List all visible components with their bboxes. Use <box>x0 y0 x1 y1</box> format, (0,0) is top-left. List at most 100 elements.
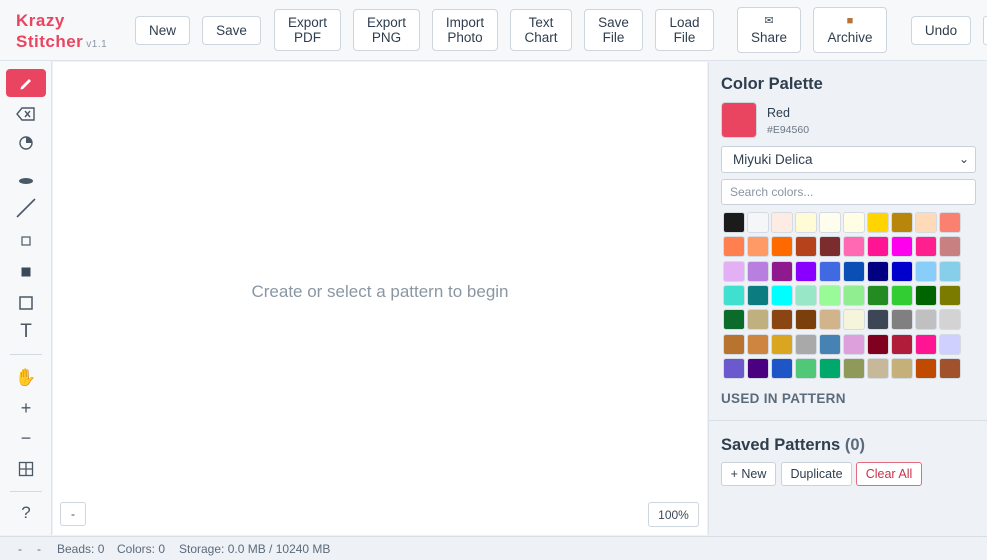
color-swatch[interactable] <box>747 333 769 355</box>
color-swatch[interactable] <box>771 236 793 258</box>
color-swatch[interactable] <box>891 212 913 233</box>
color-swatch[interactable] <box>843 284 865 306</box>
color-swatch[interactable] <box>819 357 841 379</box>
undo-button[interactable]: Undo <box>911 16 971 45</box>
clear-all-button[interactable]: Clear All <box>856 462 922 486</box>
color-swatch[interactable] <box>795 260 817 282</box>
color-swatch[interactable] <box>771 212 793 233</box>
help-tool[interactable]: ? <box>6 499 46 527</box>
pencil-tool[interactable] <box>6 69 46 97</box>
filled-square-tool[interactable] <box>6 258 46 286</box>
color-swatch[interactable] <box>843 309 865 331</box>
color-swatch[interactable] <box>915 236 937 258</box>
color-swatch[interactable] <box>939 357 961 379</box>
color-swatch[interactable] <box>819 260 841 282</box>
color-swatch[interactable] <box>891 357 913 379</box>
color-swatch[interactable] <box>723 236 745 258</box>
color-swatch[interactable] <box>819 212 841 233</box>
color-swatch[interactable] <box>747 260 769 282</box>
color-swatch[interactable] <box>723 284 745 306</box>
save-file-button[interactable]: Save File <box>584 9 643 51</box>
color-swatch[interactable] <box>915 333 937 355</box>
color-swatch[interactable] <box>723 357 745 379</box>
fill-tool[interactable] <box>6 129 46 157</box>
color-swatch[interactable] <box>891 284 913 306</box>
export-png-button[interactable]: Export PNG <box>353 9 420 51</box>
zoom-out-tool[interactable]: − <box>6 424 46 452</box>
color-search-input[interactable]: Search colors... <box>721 179 976 205</box>
export-pdf-button[interactable]: Export PDF <box>274 9 341 51</box>
color-swatch[interactable] <box>795 309 817 331</box>
color-swatch[interactable] <box>915 284 937 306</box>
small-square-tool[interactable] <box>6 227 46 255</box>
color-swatch[interactable] <box>723 309 745 331</box>
save-button[interactable]: Save <box>202 16 261 45</box>
color-swatch[interactable] <box>747 284 769 306</box>
line-tool[interactable] <box>6 194 46 222</box>
color-swatch[interactable] <box>795 212 817 233</box>
pan-tool[interactable]: ✋ <box>6 364 46 392</box>
zoom-level-indicator[interactable]: 100% <box>648 502 699 527</box>
collapse-button[interactable]: - <box>60 502 86 526</box>
color-swatch[interactable] <box>891 333 913 355</box>
color-swatch[interactable] <box>891 309 913 331</box>
bead-brand-select[interactable]: Miyuki Delica ⌄ <box>721 146 976 173</box>
color-swatch[interactable] <box>843 357 865 379</box>
color-swatch[interactable] <box>867 260 889 282</box>
color-swatch[interactable] <box>843 236 865 258</box>
color-swatch[interactable] <box>771 284 793 306</box>
share-button[interactable]: ✉ Share <box>737 7 801 53</box>
color-swatch[interactable] <box>843 212 865 233</box>
color-swatch[interactable] <box>723 333 745 355</box>
color-swatch[interactable] <box>867 309 889 331</box>
color-swatch[interactable] <box>939 309 961 331</box>
color-swatch[interactable] <box>867 284 889 306</box>
color-swatch[interactable] <box>915 357 937 379</box>
color-swatch[interactable] <box>915 212 937 233</box>
bead-tool[interactable] <box>6 167 46 195</box>
text-chart-button[interactable]: Text Chart <box>510 9 572 51</box>
grid-toggle[interactable] <box>6 455 46 483</box>
color-swatch[interactable] <box>915 260 937 282</box>
import-photo-button[interactable]: Import Photo <box>432 9 498 51</box>
color-swatch[interactable] <box>819 284 841 306</box>
color-swatch[interactable] <box>795 333 817 355</box>
color-swatch[interactable] <box>795 236 817 258</box>
color-swatch[interactable] <box>867 212 889 233</box>
load-file-button[interactable]: Load File <box>655 9 714 51</box>
rectangle-tool[interactable] <box>6 289 46 317</box>
color-swatch[interactable] <box>819 309 841 331</box>
color-swatch[interactable] <box>747 309 769 331</box>
duplicate-pattern-button[interactable]: Duplicate <box>781 462 852 486</box>
color-swatch[interactable] <box>795 284 817 306</box>
color-swatch[interactable] <box>867 357 889 379</box>
zoom-in-tool[interactable]: + <box>6 394 46 422</box>
color-swatch[interactable] <box>747 357 769 379</box>
text-tool[interactable]: T <box>6 318 46 346</box>
selected-color-swatch[interactable] <box>721 102 757 138</box>
color-swatch[interactable] <box>747 212 769 233</box>
color-swatch[interactable] <box>747 236 769 258</box>
color-swatch[interactable] <box>939 260 961 282</box>
color-swatch[interactable] <box>891 236 913 258</box>
pattern-canvas[interactable]: Create or select a pattern to begin - 10… <box>53 62 707 535</box>
color-swatch[interactable] <box>771 260 793 282</box>
color-swatch[interactable] <box>723 260 745 282</box>
color-swatch[interactable] <box>867 236 889 258</box>
color-swatch[interactable] <box>723 212 745 233</box>
color-swatch[interactable] <box>795 357 817 379</box>
new-pattern-button[interactable]: + New <box>721 462 776 486</box>
color-swatch[interactable] <box>939 284 961 306</box>
color-swatch[interactable] <box>915 309 937 331</box>
color-swatch[interactable] <box>843 333 865 355</box>
color-swatch[interactable] <box>819 333 841 355</box>
color-swatch[interactable] <box>891 260 913 282</box>
archive-button[interactable]: ■ Archive <box>813 7 887 53</box>
color-swatch[interactable] <box>771 309 793 331</box>
color-swatch[interactable] <box>939 333 961 355</box>
redo-button[interactable] <box>983 16 987 45</box>
color-swatch[interactable] <box>939 236 961 258</box>
color-swatch[interactable] <box>939 212 961 233</box>
color-swatch[interactable] <box>771 333 793 355</box>
color-swatch[interactable] <box>867 333 889 355</box>
